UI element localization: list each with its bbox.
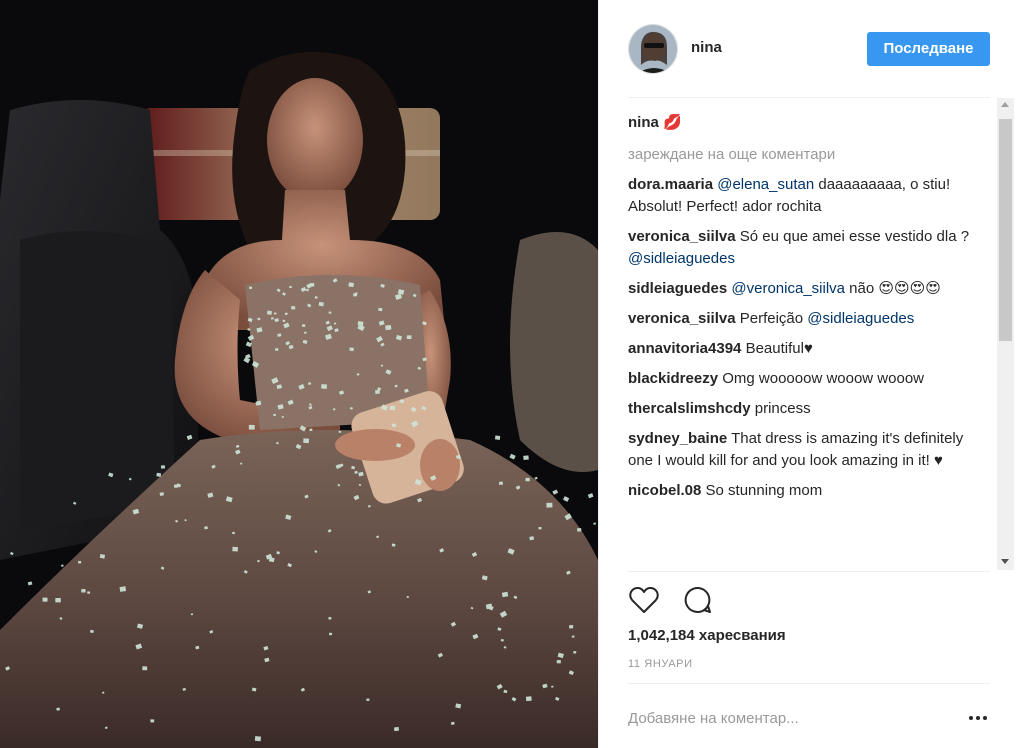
like-button[interactable] [628, 584, 660, 616]
comment-mention[interactable]: @sidleiaguedes [807, 310, 914, 327]
comment: annavitoria4394 Beautiful♥ [628, 338, 992, 360]
comment-bubble-icon [684, 586, 711, 613]
comment-username[interactable]: veronica_siilva [628, 228, 736, 245]
comment-text: Beautiful♥ [745, 340, 813, 357]
add-comment-divider [628, 683, 990, 684]
more-dot-icon [983, 716, 987, 720]
photo-illustration [0, 0, 598, 748]
comments-list: nina 💋 зареждане на още коментари dora.m… [628, 112, 992, 568]
comment-username[interactable]: annavitoria4394 [628, 340, 741, 357]
comment: nicobel.08 So stunning mom [628, 480, 992, 502]
likes-count[interactable]: 1,042,184 харесвания [628, 627, 786, 644]
caption-username[interactable]: nina [628, 114, 659, 131]
post-header: nina Последване [599, 0, 1023, 98]
caption: nina 💋 [628, 112, 992, 134]
comments-divider [628, 571, 990, 572]
scroll-down-arrow-icon[interactable] [1001, 559, 1009, 564]
comment-text: Só eu que amei esse vestido dla ? [739, 228, 970, 245]
comment: sydney_baine That dress is amazing it's … [628, 428, 992, 472]
follow-button[interactable]: Последване [867, 32, 990, 66]
comment-text: So stunning mom [705, 482, 823, 499]
comment: veronica_siilva Perfeição @sidleiaguedes [628, 308, 992, 330]
post-modal: nina Последване nina 💋 зареждане на още … [0, 0, 1023, 748]
comment: dora.maaria @elena_sutan daaaaaaaaa, o s… [628, 174, 992, 218]
load-more-comments-link[interactable]: зареждане на още коментари [628, 144, 992, 166]
comment-mention[interactable]: @elena_sutan [717, 176, 814, 193]
comment-username[interactable]: sydney_baine [628, 430, 727, 447]
more-dot-icon [969, 716, 973, 720]
comment: thercalslimshcdy princess [628, 398, 992, 420]
comment: veronica_siilva Só eu que amei esse vest… [628, 226, 992, 270]
caption-text: 💋 [663, 114, 682, 131]
comment-username[interactable]: dora.maaria [628, 176, 713, 193]
comment-text: Perfeição [739, 310, 808, 327]
post-date[interactable]: 11 ЯНУАРИ [628, 658, 693, 670]
more-options-button[interactable] [965, 710, 991, 726]
header-username[interactable]: nina [691, 39, 722, 56]
comment-mention[interactable]: @sidleiaguedes [628, 250, 735, 267]
comment-username[interactable]: sidleiaguedes [628, 280, 727, 297]
avatar[interactable] [628, 24, 678, 74]
comment-text: princess [754, 400, 811, 417]
comment-text: não 😍😍😍😍 [845, 280, 941, 297]
heart-outline-icon [629, 586, 659, 613]
add-comment-input[interactable] [628, 700, 928, 736]
likes-label: харесвания [698, 627, 786, 644]
comments-scrollbar[interactable] [997, 98, 1014, 570]
post-photo [0, 0, 598, 748]
scrollbar-thumb[interactable] [999, 119, 1012, 341]
comment-username[interactable]: veronica_siilva [628, 310, 736, 327]
comment-text: Omg wooooow wooow wooow [722, 370, 925, 387]
comment-mention[interactable]: @veronica_siilva [731, 280, 845, 297]
scroll-up-arrow-icon[interactable] [1001, 102, 1009, 107]
more-dot-icon [976, 716, 980, 720]
comment: blackidreezy Omg wooooow wooow wooow [628, 368, 992, 390]
likes-number: 1,042,184 [628, 627, 695, 644]
comment-button[interactable] [682, 584, 714, 616]
post-side-panel: nina Последване nina 💋 зареждане на още … [598, 0, 1023, 748]
comment-username[interactable]: thercalslimshcdy [628, 400, 751, 417]
comment-username[interactable]: nicobel.08 [628, 482, 701, 499]
comment: sidleiaguedes @veronica_siilva não 😍😍😍😍 [628, 278, 992, 300]
avatar-image [629, 25, 677, 73]
comment-username[interactable]: blackidreezy [628, 370, 718, 387]
action-bar [628, 584, 714, 616]
header-divider [628, 97, 990, 98]
